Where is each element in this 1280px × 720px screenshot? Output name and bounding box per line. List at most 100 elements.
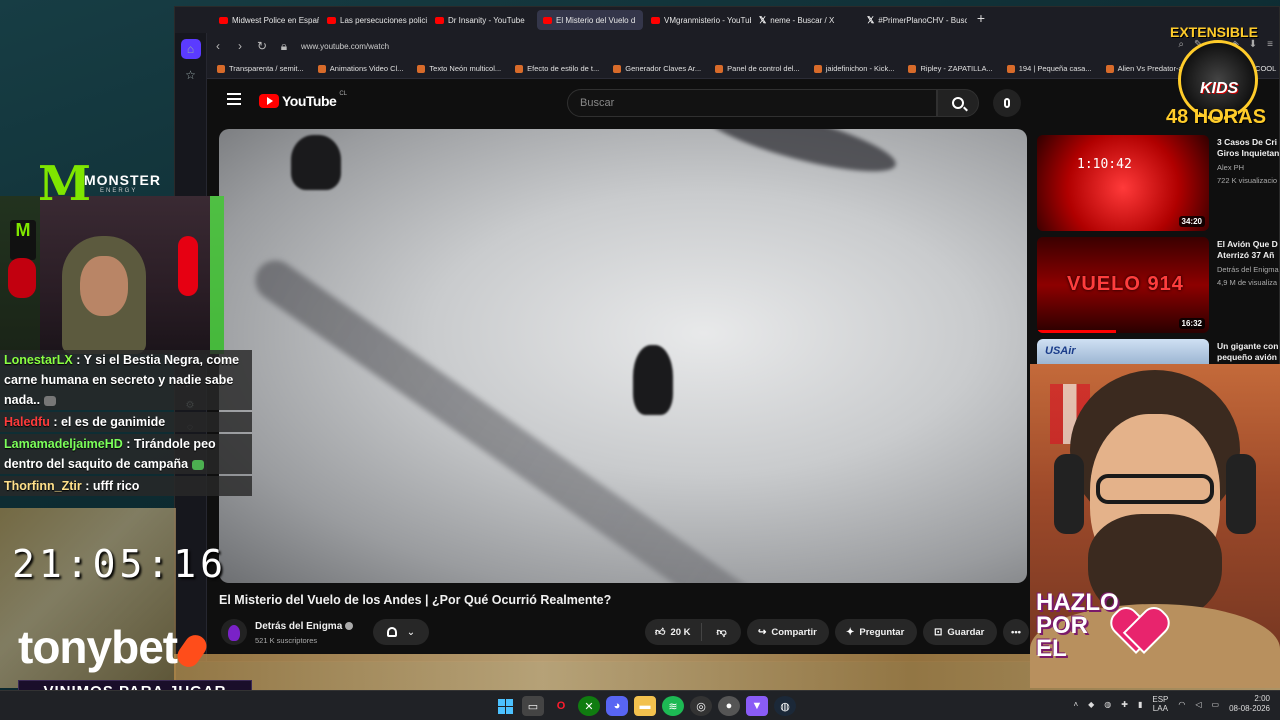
browser-tab[interactable]: Midwest Police en Españo (213, 10, 319, 30)
bookmark-favicon-icon (1006, 64, 1015, 73)
channel-avatar[interactable] (221, 619, 247, 645)
steam-icon[interactable]: ◍ (774, 696, 796, 716)
task-view-icon[interactable]: ▭ (522, 696, 544, 716)
bookmark-item[interactable]: Ripley - ZAPATILLA... (908, 64, 993, 73)
channel-name[interactable]: Detrás del Enigma (255, 621, 354, 632)
share-button[interactable]: ↪ Compartir (747, 619, 829, 645)
battery-icon[interactable]: ▭ (1212, 700, 1220, 709)
snow-trail (247, 252, 894, 583)
watch-progress (1037, 330, 1117, 333)
bookmark-favicon-icon (613, 64, 622, 73)
spotify-taskbar-icon[interactable]: ≋ (662, 696, 684, 716)
recommendations-list: 1:10:42 34:20 3 Casos De Cri Giros Inquieta… (1037, 135, 1280, 377)
vtuber-avatar: HAZLO POR EL (1030, 364, 1280, 688)
x-icon: 𝕏 (759, 14, 767, 25)
opera-icon[interactable]: O (550, 696, 572, 716)
chevron-up-icon[interactable]: ˄ (1073, 700, 1078, 709)
notification-bell-button[interactable]: ⌄ (373, 619, 429, 645)
bookmarks-bar: Transparenta / semit... Animations Video … (207, 59, 1279, 79)
volume-icon[interactable]: ◁ (1195, 700, 1201, 709)
tray-app-icon[interactable]: ◆ (1088, 700, 1094, 709)
hazlo-line-3: EL (1036, 634, 1067, 662)
bookmark-label: Texto Neón multicol... (429, 64, 502, 73)
tray-app-icon[interactable]: ▮ (1138, 700, 1142, 709)
search-input[interactable] (568, 90, 936, 116)
verified-icon (345, 622, 354, 631)
forward-icon[interactable]: › (229, 39, 251, 53)
language-indicator[interactable]: ESP LAA (1152, 695, 1168, 714)
browser-tab[interactable]: 𝕏 #PrimerPlanoCHV - Busca (861, 10, 967, 30)
bookmark-sidebar-icon[interactable]: ☆ (181, 65, 201, 85)
recommended-video-title: Aterrizó 37 Añ (1217, 250, 1275, 261)
steam-tray-icon[interactable]: ◍ (1104, 700, 1111, 709)
search-button[interactable] (937, 89, 979, 117)
thumbs-up-icon: 👍︎ (655, 627, 666, 638)
wifi-icon[interactable]: ◠ (1178, 700, 1185, 709)
hamburger-menu-icon[interactable] (227, 93, 241, 105)
reload-icon[interactable]: ↻ (251, 39, 273, 53)
xbox-icon[interactable]: ✕ (578, 696, 600, 716)
obs-icon[interactable]: ◎ (690, 696, 712, 716)
save-button[interactable]: ⊡ Guardar (923, 619, 997, 645)
voice-search-button[interactable] (993, 89, 1021, 117)
new-tab-icon[interactable]: + (973, 10, 989, 26)
app-icon[interactable]: ▼ (746, 696, 768, 716)
chat-text: : ufff rico (85, 479, 140, 493)
recommended-video-title: 3 Casos De Cri (1217, 137, 1277, 147)
browser-tab[interactable]: Dr Insanity - YouTube (429, 10, 535, 30)
bookmark-favicon-icon (417, 64, 426, 73)
windows-start-icon[interactable] (494, 696, 516, 716)
video-duration: 34:20 (1178, 216, 1205, 227)
save-label: Guardar (947, 626, 985, 638)
thumbnail-text: USAir (1045, 345, 1076, 357)
video-player[interactable] (219, 129, 1027, 583)
youtube-logo[interactable]: YouTube CL (259, 91, 347, 109)
bookmark-item[interactable]: Efecto de estilo de t... (515, 64, 599, 73)
bookmark-item[interactable]: Generador Claves Ar... (613, 64, 701, 73)
tab-label: Las persecuciones policial (340, 15, 427, 25)
bookmark-item[interactable]: 194 | Pequeña casa... (1006, 64, 1092, 73)
youtube-play-icon (259, 94, 279, 108)
recommended-video-title: pequeño avión (1217, 352, 1277, 363)
browser-tab[interactable]: VMgranmisterio - YouTub (645, 10, 751, 30)
tonybet-word: tonybet (18, 621, 178, 673)
stream-chat: LonestarLX : Y si el Bestia Negra, come … (0, 350, 252, 498)
browser-tab[interactable]: El Misterio del Vuelo d (537, 10, 643, 30)
bookmark-item[interactable]: Animations Video Cl... (317, 64, 403, 73)
thumbnail-text: 1:10:42 (1077, 157, 1132, 172)
emote-icon (44, 395, 57, 406)
thumbs-down-icon: 👎︎ (716, 627, 727, 638)
streamer-face (80, 256, 128, 316)
bookmark-item[interactable]: Panel de control del... (715, 64, 800, 73)
recommended-video[interactable]: 1:10:42 34:20 3 Casos De Cri Giros Inquieta… (1037, 135, 1280, 235)
avatar-glasses (1096, 474, 1214, 504)
taskbar-clock[interactable]: 2:00 08-08-2026 (1229, 694, 1270, 715)
home-icon[interactable]: ⌂ (180, 39, 201, 59)
like-button[interactable]: 👍︎ 20 K (645, 623, 702, 641)
video-thumbnail[interactable]: 1:10:42 34:20 (1037, 135, 1209, 231)
url-field[interactable]: www.youtube.com/watch (301, 42, 389, 51)
ask-button[interactable]: ✦ Preguntar (835, 619, 917, 645)
folder-icon[interactable]: ▬ (634, 696, 656, 716)
climber-silhouette (291, 135, 341, 190)
lock-icon: 🔒︎ (280, 38, 288, 53)
recommended-video-title: Giros Inquietan (1217, 148, 1280, 159)
bookmark-item[interactable]: jaidefinichon - Kick... (813, 64, 894, 73)
browser-tab[interactable]: 𝕏neme - Buscar / X (753, 10, 859, 30)
browser-tab[interactable]: Las persecuciones policial (321, 10, 427, 30)
recommended-video[interactable]: VUELO 914 16:32 El Avión Que D Aterrizó 37 … (1037, 237, 1279, 337)
video-thumbnail[interactable]: VUELO 914 16:32 (1037, 237, 1209, 333)
discord-icon[interactable]: ◕ (606, 696, 628, 716)
app-icon[interactable]: ● (718, 696, 740, 716)
monster-sub: ENERGY (100, 188, 138, 194)
stream-scene: O ⌂ ☆ Midwest Police en Españo Las persec… (0, 0, 1280, 720)
tray-app-icon[interactable]: ✚ (1121, 700, 1128, 709)
back-icon[interactable]: ‹ (207, 39, 229, 53)
search-icon (952, 97, 964, 109)
dislike-button[interactable]: 👎︎ (707, 626, 737, 638)
tonybet-logo: tonybet (18, 621, 211, 673)
bookmark-item[interactable]: Transparenta / semit... (217, 64, 304, 73)
more-actions-button[interactable]: ••• (1003, 619, 1029, 645)
bookmark-item[interactable]: Texto Neón multicol... (417, 64, 501, 73)
share-label: Compartir (771, 626, 817, 638)
